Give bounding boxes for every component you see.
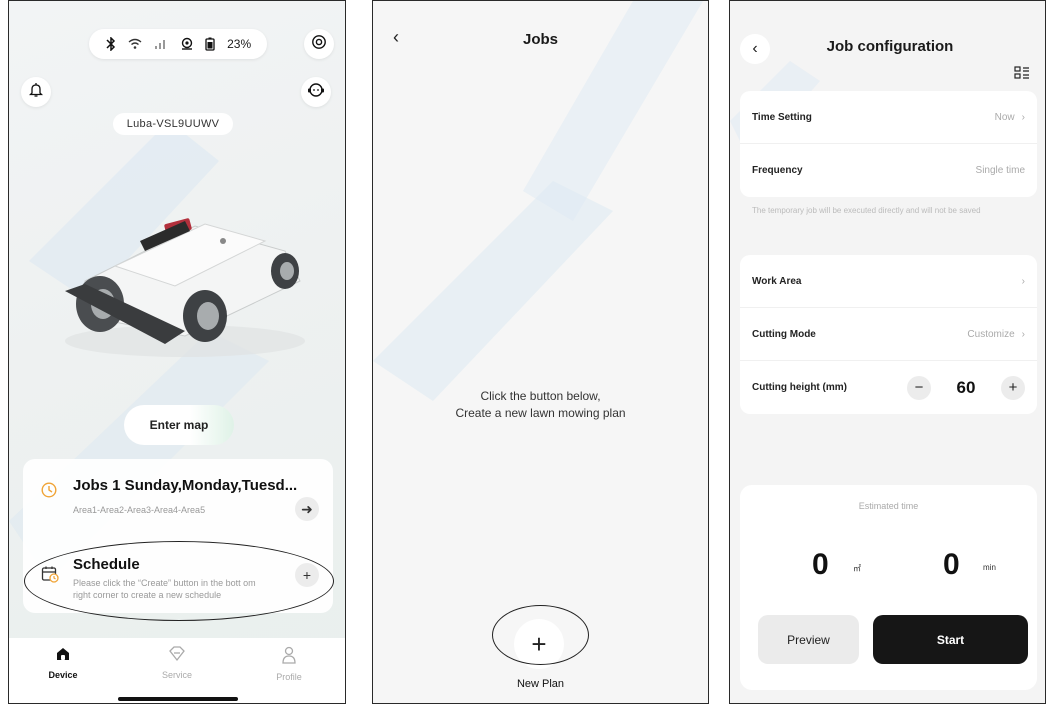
preview-button[interactable]: Preview (758, 615, 859, 664)
highlight-ellipse (24, 541, 334, 621)
watermark (373, 1, 703, 401)
tab-service[interactable]: Service (142, 646, 212, 680)
estimate-card: Estimated time 0 ㎡ 0 min Preview Start (740, 485, 1037, 690)
jobs-screen: ‹ Jobs Click the button below, Create a … (372, 0, 709, 704)
mower-image (65, 218, 305, 357)
cutting-height-label: Cutting height (mm) (752, 382, 847, 393)
empty-state-line-1: Click the button below, (480, 389, 601, 403)
chevron-right-icon: › (1021, 275, 1025, 287)
person-icon (281, 646, 297, 666)
mowing-settings-card: Work Area › Cutting Mode Customize › Cutt… (740, 255, 1037, 414)
time-setting-row[interactable]: Time Setting Now › (740, 91, 1037, 144)
time-setting-value: Now (994, 111, 1015, 123)
job-configuration-screen: ‹ Job configuration Time Setting Now › Fr… (729, 0, 1046, 704)
tab-label-service: Service (161, 670, 192, 680)
start-button[interactable]: Start (873, 615, 1028, 664)
minus-icon: − (914, 379, 924, 396)
home-indicator (118, 697, 238, 701)
wifi-icon (128, 38, 142, 50)
frequency-label: Frequency (752, 165, 803, 176)
status-bar: 23% (89, 29, 267, 59)
bell-icon (28, 82, 44, 103)
cutting-mode-row[interactable]: Cutting Mode Customize › (740, 308, 1037, 361)
clock-icon (41, 482, 57, 503)
gear-icon (311, 34, 327, 55)
increase-button[interactable]: + (1001, 375, 1025, 400)
empty-state-message: Click the button below, Create a new law… (373, 388, 708, 422)
enter-map-button[interactable]: Enter map (124, 405, 234, 445)
plus-icon: + (1008, 379, 1018, 396)
list-view-icon[interactable] (1014, 66, 1030, 85)
highlight-ellipse (492, 605, 589, 665)
time-value: 0 (943, 548, 960, 581)
cutting-mode-value: Customize (967, 328, 1015, 340)
temporary-job-note: The temporary job will be executed direc… (752, 206, 981, 215)
device-screen: 23% Luba-VSL9UUWV Enter map Jobs 1 Sunda… (8, 0, 346, 704)
job-areas: Area1-Area2-Area3-Area4-Area5 (73, 505, 206, 515)
tab-label-profile: Profile (276, 672, 302, 682)
home-icon (55, 648, 71, 664)
bluetooth-icon (105, 37, 117, 51)
cutting-height-row: Cutting height (mm) − 60 + (740, 361, 1037, 414)
bottom-tab-bar: Device Service Profile (9, 638, 345, 703)
support-button[interactable] (301, 77, 331, 107)
settings-button[interactable] (304, 29, 334, 59)
page-title: Jobs (522, 31, 558, 48)
battery-icon (205, 37, 216, 51)
cutting-height-value: 60 (956, 377, 976, 397)
area-unit: ㎡ (853, 564, 861, 573)
chevron-right-icon: › (1021, 111, 1025, 123)
job-open-button[interactable]: ➜ (295, 497, 319, 521)
time-setting-label: Time Setting (752, 111, 812, 123)
job-title[interactable]: Jobs 1 Sunday,Monday,Tuesd... (73, 477, 297, 494)
new-plan-label: New Plan (516, 678, 565, 690)
back-button[interactable]: ‹ (740, 34, 770, 64)
chevron-left-icon: ‹ (752, 40, 758, 57)
frequency-value: Single time (975, 165, 1025, 176)
arrow-right-icon: ➜ (301, 500, 313, 517)
work-area-label: Work Area (752, 275, 802, 287)
cutting-height-stepper: − 60 + (907, 375, 1025, 400)
time-unit: min (983, 563, 996, 572)
page-title: Job configuration (826, 38, 954, 55)
work-area-row[interactable]: Work Area › (740, 255, 1037, 308)
device-name-label: Luba-VSL9UUWV (113, 113, 233, 135)
gps-icon (180, 37, 194, 51)
empty-state-line-2: Create a new lawn mowing plan (455, 406, 626, 420)
tab-profile[interactable]: Profile (254, 646, 324, 682)
notifications-button[interactable] (21, 77, 51, 107)
tab-label-device: Device (48, 670, 78, 680)
tab-device[interactable]: Device (28, 646, 98, 680)
decrease-button[interactable]: − (907, 375, 931, 400)
time-settings-card: Time Setting Now › Frequency Single time (740, 91, 1037, 197)
diamond-icon (168, 646, 186, 664)
headset-icon (307, 82, 325, 103)
cellular-icon (154, 38, 168, 50)
estimated-time-title: Estimated time (858, 501, 919, 511)
frequency-row[interactable]: Frequency Single time (740, 144, 1037, 197)
cutting-mode-label: Cutting Mode (752, 328, 816, 340)
area-value: 0 (812, 548, 829, 581)
chevron-right-icon: › (1021, 328, 1025, 340)
battery-percent: 23% (227, 37, 252, 51)
